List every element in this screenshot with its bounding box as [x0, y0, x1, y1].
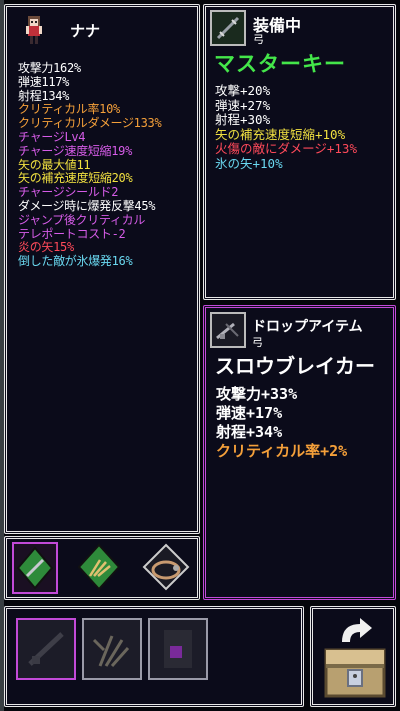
return-chest-button[interactable] [320, 614, 390, 704]
bow-icon [210, 10, 246, 46]
ring-icon [142, 543, 190, 591]
equipped-stat-line: 矢の補充速度短縮+10% [215, 126, 346, 142]
character-avatar [26, 16, 42, 44]
equip-slot-accessory1[interactable] [76, 542, 122, 594]
chest-icon [324, 618, 386, 698]
equipped-item-name: マスターキー [214, 52, 346, 76]
character-stat-line: 倒した敵が氷爆発16% [18, 254, 133, 269]
character-stat-line: 攻撃力162% [18, 61, 81, 75]
character-stat-line: 矢の補充速度短縮20% [18, 171, 133, 186]
claw-icon [92, 635, 130, 667]
equipped-stat-line: 弾速+27% [215, 97, 271, 113]
equipped-stat-line: 攻撃+20% [215, 83, 271, 98]
bow-icon [210, 312, 246, 348]
character-stat-line: チャージ速度短縮19% [18, 143, 133, 158]
drop-stats-list: 攻撃力+33% 弾速+17% 射程+34% クリティカル率+2% [216, 385, 347, 461]
inventory-slot-1[interactable] [16, 618, 76, 680]
character-stat-line: クリティカルダメージ133% [18, 116, 162, 131]
equipped-stats-list: 攻撃+20% 弾速+27% 射程+30% 矢の補充速度短縮+10% 火傷の敵にダメージ+… [215, 83, 357, 171]
drop-stat-line: 弾速+17% [216, 404, 283, 422]
bow-icon [16, 546, 54, 590]
orb-icon [164, 630, 192, 668]
equip-slot-accessory2[interactable] [140, 542, 190, 594]
drop-stat-line: 射程+34% [216, 423, 283, 441]
equip-slot-weapon[interactable] [12, 542, 58, 594]
drop-stat-line: クリティカル率+2% [216, 442, 348, 460]
character-stat-line: ダメージ時に爆発反撃45% [18, 198, 156, 213]
equipped-stat-line: 氷の矢+10% [215, 155, 283, 171]
equipped-stat-line: 射程+30% [215, 112, 271, 127]
character-stat-line: 弾速117% [18, 74, 70, 89]
character-stats-list: 攻撃力162% 弾速117% 射程134% クリティカル率10% クリティカルダメージ1… [18, 61, 162, 269]
drop-type: 弓 [252, 336, 263, 349]
claw-icon [77, 543, 121, 591]
drop-title: ドロップアイテム [252, 319, 363, 335]
character-stat-line: チャージLv4 [18, 129, 86, 144]
inventory-slot-2[interactable] [82, 618, 142, 680]
character-stat-line: チャージシールド2 [18, 185, 119, 200]
bow-icon [28, 632, 64, 666]
character-stat-line: テレポートコスト-2 [18, 226, 126, 241]
equipped-type: 弓 [253, 33, 264, 46]
drop-item-name: スロウブレイカー [215, 354, 375, 378]
character-stat-line: ジャンプ後クリティカル [18, 212, 146, 227]
drop-stat-line: 攻撃力+33% [216, 385, 298, 403]
equipped-stat-line: 火傷の敵にダメージ+13% [215, 141, 357, 156]
character-name: ナナ [70, 22, 101, 40]
inventory-slot-3[interactable] [148, 618, 208, 680]
